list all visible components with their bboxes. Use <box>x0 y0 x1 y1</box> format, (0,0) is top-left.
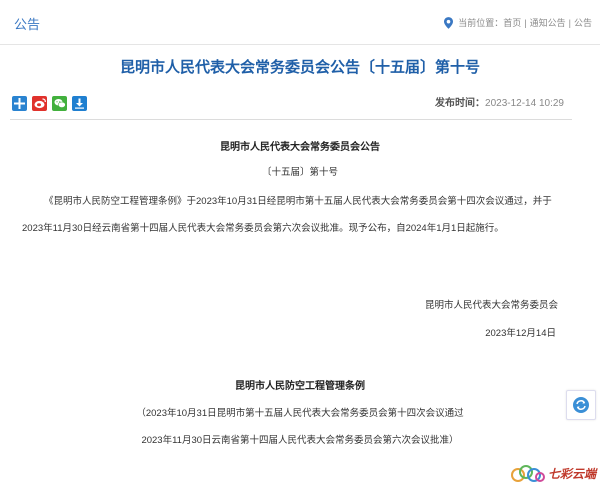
article-page: 公告 当前位置： 首页 | 通知公告 | 公告 昆明市人民代表大会常务委员会公告… <box>0 0 600 487</box>
article-body: 昆明市人民代表大会常务委员会公告 〔十五届〕第十号 《昆明市人民防空工程管理条例… <box>0 0 600 487</box>
document-heading: 昆明市人民代表大会常务委员会公告 <box>220 142 380 153</box>
announcement-paragraph: 《昆明市人民防空工程管理条例》于2023年10月31日经昆明市第十五届人民代表大… <box>22 196 552 234</box>
cloud-logo-icon <box>511 465 545 482</box>
floating-tool-button[interactable] <box>566 390 596 420</box>
site-logo: 七彩云端 <box>510 462 598 484</box>
regulation-title: 昆明市人民防空工程管理条例 <box>235 381 365 392</box>
regulation-note-approval: （2023年10月31日昆明市第十五届人民代表大会常务委员会第十四次会议通过 <box>136 408 464 419</box>
regulation-note-ratification: 2023年11月30日云南省第十四届人民代表大会常务委员会第六次会议批准） <box>141 435 459 446</box>
document-number: 〔十五届〕第十号 <box>261 167 338 178</box>
signature-date: 2023年12月14日 <box>485 328 556 339</box>
logo-text: 七彩云端 <box>548 466 597 481</box>
refresh-icon <box>573 397 589 413</box>
signature-organization: 昆明市人民代表大会常务委员会 <box>424 300 558 311</box>
